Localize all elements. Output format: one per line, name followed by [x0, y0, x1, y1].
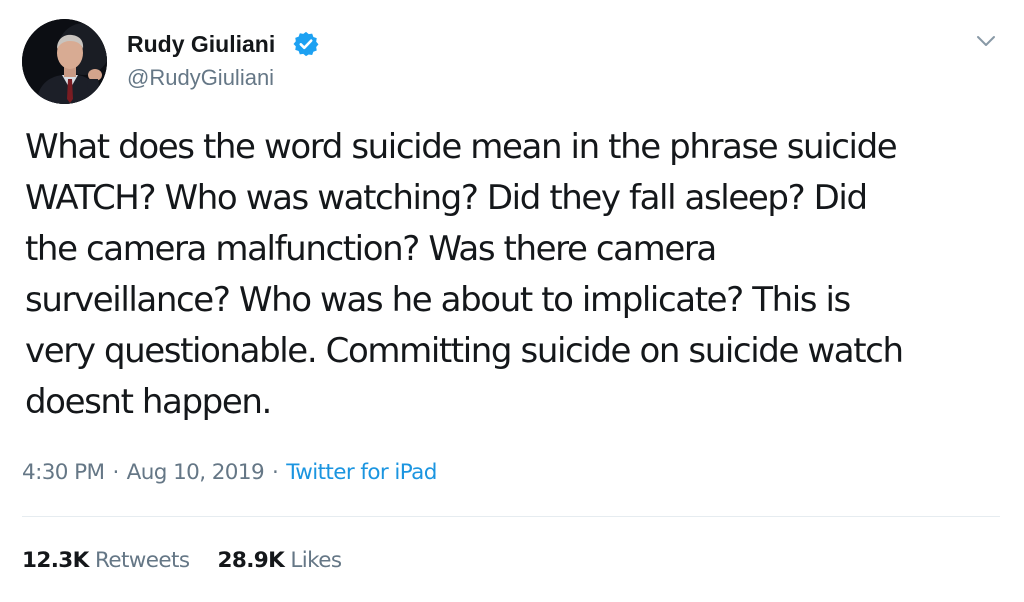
tweet-text-line: the camera malfunction? Was there camera	[25, 229, 717, 269]
tweet-text-line: very questionable. Committing suicide on…	[25, 331, 904, 371]
tweet-text-line: doesnt happen.	[25, 382, 272, 422]
tweet-text: What does the word suicide mean in the p…	[25, 122, 1010, 428]
tweet-metadata: 4:30 PM · Aug 10, 2019 · Twitter for iPad	[22, 459, 437, 487]
likes-stat[interactable]: 28.9K Likes	[217, 548, 342, 573]
likes-label: Likes	[290, 548, 342, 573]
tweet-time[interactable]: 4:30 PM	[22, 460, 105, 485]
tweet-text-line: surveillance? Who was he about to implic…	[25, 280, 851, 320]
chevron-down-icon[interactable]	[972, 30, 1000, 52]
tweet-text-line: WATCH? Who was watching? Did they fall a…	[25, 178, 868, 218]
verified-badge-icon	[293, 31, 319, 57]
meta-separator: ·	[112, 460, 119, 485]
retweets-label: Retweets	[94, 548, 190, 573]
meta-separator: ·	[272, 460, 279, 485]
user-handle[interactable]: @RudyGiuliani	[127, 64, 274, 92]
divider	[22, 516, 1000, 517]
avatar[interactable]	[22, 19, 107, 104]
retweets-count: 12.3K	[22, 548, 89, 573]
retweets-stat[interactable]: 12.3K Retweets	[22, 548, 190, 573]
display-name[interactable]: Rudy Giuliani	[127, 30, 275, 58]
tweet-stats: 12.3K Retweets 28.9K Likes	[22, 547, 342, 575]
likes-count: 28.9K	[217, 548, 285, 573]
tweet-text-line: What does the word suicide mean in the p…	[25, 127, 898, 167]
tweet-date[interactable]: Aug 10, 2019	[127, 460, 265, 485]
tweet-source-link[interactable]: Twitter for iPad	[286, 460, 437, 485]
profile-photo	[22, 19, 107, 104]
